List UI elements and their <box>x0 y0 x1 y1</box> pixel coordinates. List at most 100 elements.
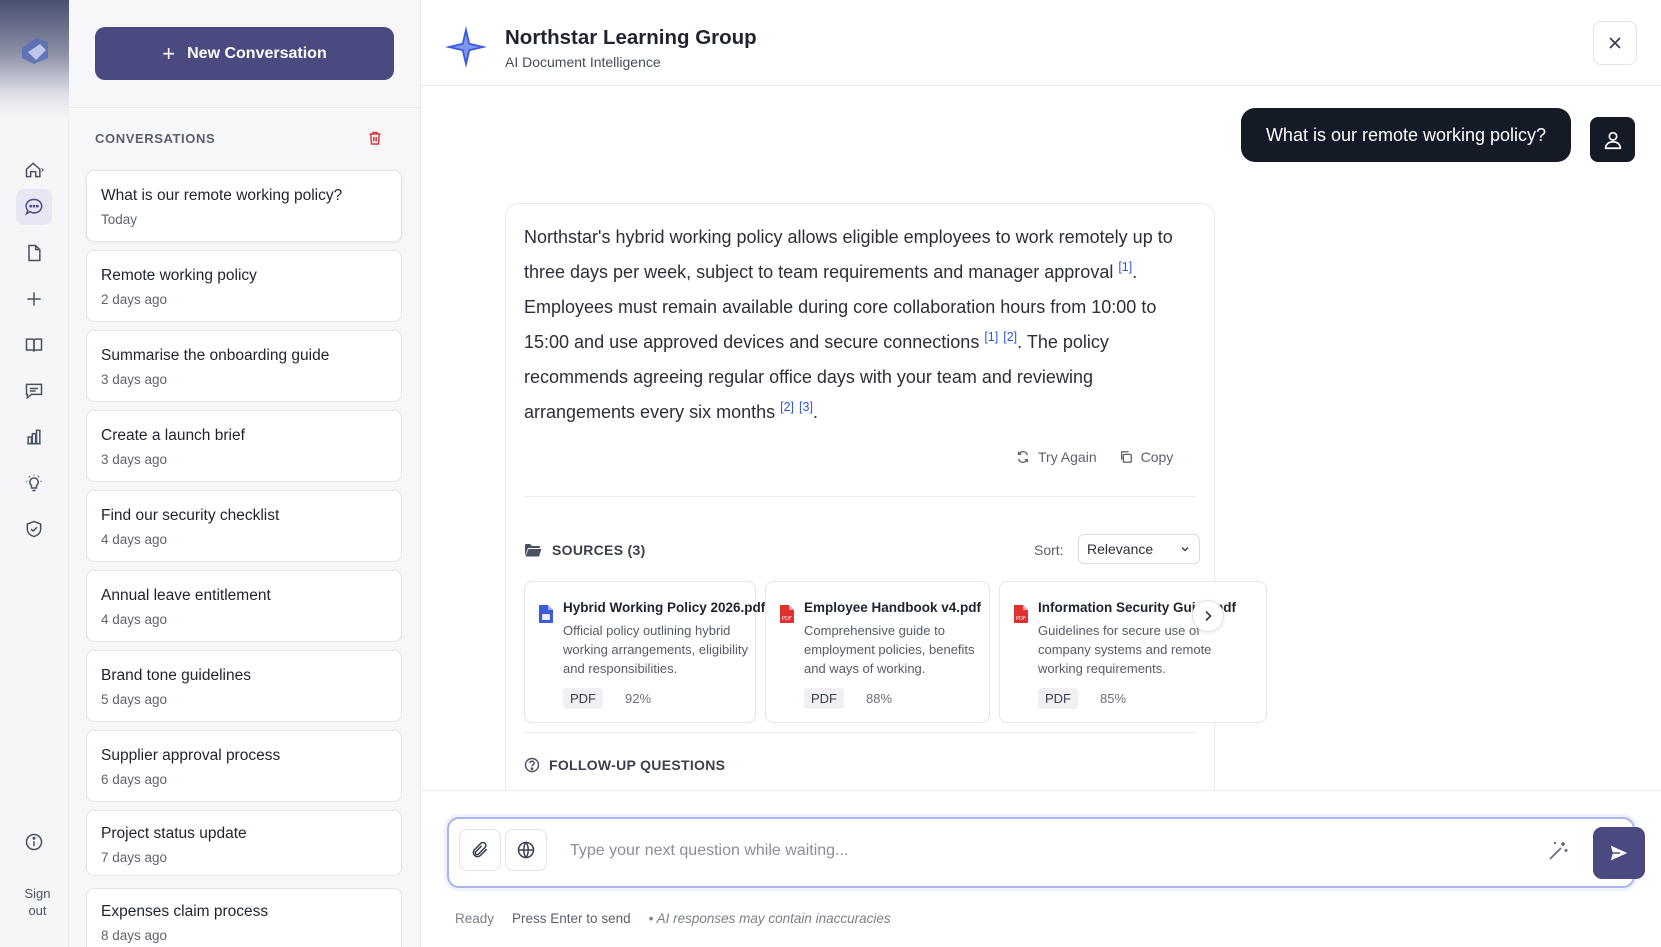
svg-text:PDF: PDF <box>1016 616 1026 622</box>
user-message: What is our remote working policy? <box>1241 108 1571 162</box>
sign-out-label-line1: Sign <box>24 886 51 901</box>
home-icon[interactable] <box>16 152 52 188</box>
conversation-item[interactable]: Expenses claim process 8 days ago <box>86 888 402 947</box>
close-icon <box>1609 37 1621 49</box>
citation-link[interactable]: [1] <box>1118 260 1132 274</box>
source-card[interactable]: PDF Employee Handbook v4.pdf Comprehensi… <box>765 581 990 723</box>
answer-part: . <box>812 402 818 422</box>
conversation-date: 3 days ago <box>101 452 168 467</box>
user-icon <box>1604 131 1621 149</box>
shield-icon[interactable] <box>16 511 52 547</box>
conversation-title: Supplier approval process <box>101 747 281 764</box>
sort-select[interactable]: Relevance <box>1078 534 1200 564</box>
chart-icon[interactable] <box>16 419 52 455</box>
source-relevance: 88% <box>866 691 893 706</box>
send-hint: Press Enter to send <box>512 911 631 926</box>
citation-link[interactable]: [3] <box>799 400 813 414</box>
refresh-icon <box>1017 451 1029 463</box>
message-composer <box>447 817 1645 888</box>
app-logo[interactable] <box>0 0 69 118</box>
sidebar-divider <box>69 107 421 108</box>
conversation-item[interactable]: What is our remote working policy? Today <box>86 170 402 242</box>
copy-icon <box>1120 451 1132 463</box>
status-text: Ready <box>455 911 495 926</box>
conversation-date: 4 days ago <box>101 612 168 627</box>
conversation-item[interactable]: Find our security checklist 4 days ago <box>86 490 402 562</box>
follow-up-heading-label: FOLLOW-UP QUESTIONS <box>549 757 726 773</box>
assistant-answer-card: Northstar's hybrid working policy allows… <box>505 203 1267 790</box>
source-relevance: 92% <box>625 691 652 706</box>
conversation-title: Annual leave entitlement <box>101 587 271 604</box>
composer-footer: Ready Press Enter to send • AI responses… <box>455 911 891 926</box>
header: Northstar Learning Group AI Document Int… <box>421 0 1661 86</box>
conversation-title: Summarise the onboarding guide <box>101 347 330 364</box>
sources-next-button[interactable] <box>1192 600 1224 632</box>
conversation-date: 5 days ago <box>101 692 168 707</box>
source-type-badge: PDF <box>563 688 603 709</box>
conversation-item[interactable]: Supplier approval process 6 days ago <box>86 730 402 802</box>
document-icon[interactable] <box>16 235 52 271</box>
citation-link[interactable]: [1] <box>984 330 998 344</box>
delete-all-icon[interactable] <box>367 130 383 146</box>
chevron-right-icon <box>1205 610 1212 622</box>
follow-up-heading: FOLLOW-UP QUESTIONS <box>524 757 725 773</box>
conversation-date: 4 days ago <box>101 532 168 547</box>
close-button[interactable] <box>1593 21 1637 65</box>
copy-button[interactable]: Copy <box>1119 449 1174 465</box>
new-conversation-label: New Conversation <box>187 44 327 62</box>
source-title: Employee Handbook v4.pdf <box>804 600 982 615</box>
conversation-title: Project status update <box>101 825 247 842</box>
book-icon[interactable] <box>16 327 52 363</box>
sort-label: Sort: <box>1034 542 1064 558</box>
conversation-item[interactable]: Brand tone guidelines 5 days ago <box>86 650 402 722</box>
citation-link[interactable]: [2] <box>780 400 794 414</box>
source-card[interactable]: PDF Information Security Guide.pdf Guide… <box>999 581 1267 723</box>
conversation-date: 3 days ago <box>101 372 168 387</box>
source-card[interactable]: Hybrid Working Policy 2026.pdf Official … <box>524 581 765 723</box>
conversation-item[interactable]: Create a launch brief 3 days ago <box>86 410 402 482</box>
plus-icon: + <box>162 40 176 66</box>
conversations-sidebar: + New Conversation CONVERSATIONS What is… <box>69 0 421 947</box>
source-title: Hybrid Working Policy 2026.pdf <box>563 600 766 615</box>
conversation-item[interactable]: Remote working policy 2 days ago <box>86 250 402 322</box>
conversation-item[interactable]: Project status update 7 days ago <box>86 810 402 876</box>
conversations-heading: CONVERSATIONS <box>95 131 216 146</box>
conversation-title: What is our remote working policy? <box>101 187 343 204</box>
info-icon[interactable] <box>16 824 52 860</box>
magic-wand-icon[interactable] <box>1546 839 1570 863</box>
send-icon <box>1610 845 1628 861</box>
citation-link[interactable]: [2] <box>1003 330 1017 344</box>
chat-icon[interactable] <box>16 189 52 225</box>
composer-area: Ready Press Enter to send • AI responses… <box>421 790 1661 947</box>
message-icon[interactable] <box>16 373 52 409</box>
attach-button[interactable] <box>459 829 501 871</box>
sources-heading-label: SOURCES (3) <box>552 542 646 558</box>
new-conversation-button[interactable]: + New Conversation <box>95 27 394 80</box>
sign-out-button[interactable]: Sign out <box>0 885 75 919</box>
sign-out-label-line2: out <box>28 903 47 918</box>
copy-label: Copy <box>1140 449 1174 465</box>
source-description: Official policy outlining hybrid working… <box>563 623 748 676</box>
plus-icon[interactable] <box>16 281 52 317</box>
message-input[interactable] <box>570 833 1450 869</box>
conversation-item[interactable]: Annual leave entitlement 4 days ago <box>86 570 402 642</box>
globe-icon <box>517 841 535 859</box>
folder-icon <box>525 544 542 557</box>
question-icon <box>524 757 540 773</box>
lightbulb-icon[interactable] <box>16 465 52 501</box>
divider <box>524 732 1196 733</box>
conversation-item[interactable]: Summarise the onboarding guide 3 days ag… <box>86 330 402 402</box>
send-button[interactable] <box>1593 827 1645 879</box>
source-description: Comprehensive guide to employment polici… <box>804 623 975 676</box>
conversation-date: 8 days ago <box>101 928 168 943</box>
page-subtitle: AI Document Intelligence <box>505 54 661 70</box>
sort-value: Relevance <box>1087 541 1154 557</box>
try-again-button[interactable]: Try Again <box>1016 449 1097 465</box>
pdf-file-icon: PDF <box>1014 605 1028 623</box>
web-search-button[interactable] <box>505 829 547 871</box>
chat-thread: What is our remote working policy? North… <box>421 86 1661 790</box>
divider <box>524 496 1196 497</box>
sources-heading: SOURCES (3) <box>524 542 646 558</box>
paperclip-icon <box>472 841 488 858</box>
northstar-logo <box>443 24 489 75</box>
